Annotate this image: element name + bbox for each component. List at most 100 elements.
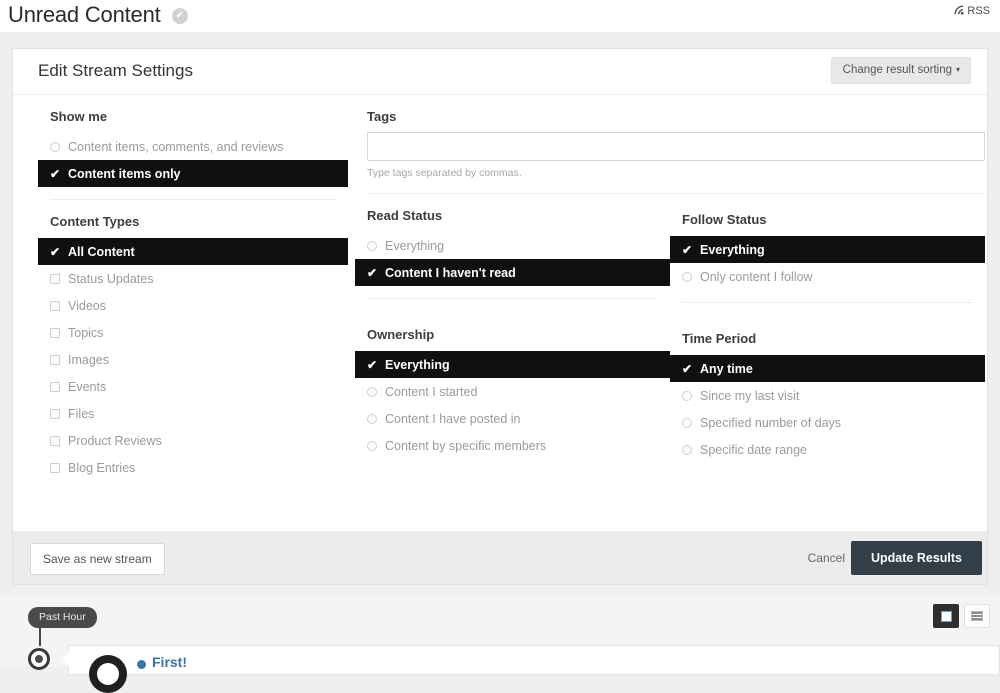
follow-status-options: ✔ Everything Only content I follow <box>670 236 985 290</box>
option-label: Images <box>68 352 109 367</box>
option-events[interactable]: Events <box>38 373 348 400</box>
show-me-options: Content items, comments, and reviews ✔ C… <box>38 133 348 187</box>
content-types-options: ✔ All Content Status Updates Videos Topi… <box>38 238 348 481</box>
grid-view-button[interactable] <box>933 604 959 628</box>
ownership-options: ✔ Everything Content I started Content I… <box>355 351 670 459</box>
radio-icon <box>367 412 385 426</box>
rss-link[interactable]: RSS <box>953 4 990 18</box>
divider-follow-status <box>682 302 973 303</box>
divider-read-status <box>367 298 658 299</box>
option-content-i-havent-read[interactable]: ✔ Content I haven't read <box>355 259 670 286</box>
check-icon: ✔ <box>50 166 61 181</box>
read-status-options: Everything ✔ Content I haven't read <box>355 232 670 286</box>
radio-icon <box>682 389 700 403</box>
option-content-items-comments-reviews[interactable]: Content items, comments, and reviews <box>38 133 348 160</box>
read-status-title: Read Status <box>367 208 443 223</box>
option-label: Status Updates <box>68 271 154 286</box>
radio-icon <box>50 140 68 154</box>
checkbox-icon <box>50 353 68 367</box>
option-label: Events <box>68 379 107 394</box>
content-types-group: Content Types ✔ All Content Status Updat… <box>38 214 348 481</box>
show-me-group: Show me Content items, comments, and rev… <box>38 95 348 187</box>
option-follow-everything[interactable]: ✔ Everything <box>670 236 985 263</box>
stream-settings-card: Edit Stream Settings Change result sorti… <box>12 48 988 583</box>
option-label: Content items, comments, and reviews <box>68 139 284 154</box>
sort-button-label: Change result sorting <box>842 64 952 76</box>
option-label: Everything <box>700 242 765 257</box>
save-as-new-stream-button[interactable]: Save as new stream <box>30 543 165 575</box>
ownership-title: Ownership <box>367 327 435 342</box>
teaser-pointer <box>62 652 69 666</box>
option-content-i-started[interactable]: Content I started <box>355 378 670 405</box>
radio-icon <box>682 416 700 430</box>
view-toggle-group <box>933 604 990 628</box>
follow-status-group: Follow Status ✔ Everything Only content … <box>670 95 985 290</box>
check-icon: ✔ <box>367 357 378 372</box>
check-icon: ✔ <box>50 244 61 259</box>
check-icon: ✔ <box>682 361 693 376</box>
update-results-button[interactable]: Update Results <box>851 541 982 575</box>
option-product-reviews[interactable]: Product Reviews <box>38 427 348 454</box>
change-result-sorting-button[interactable]: Change result sorting ▾ <box>830 57 971 84</box>
option-label: Blog Entries <box>68 460 136 475</box>
option-label: Specified number of days <box>700 415 842 430</box>
content-item-title[interactable]: First! <box>152 654 187 670</box>
list-view-icon <box>971 611 983 621</box>
column-right: Follow Status ✔ Everything Only content … <box>670 95 985 463</box>
option-label: All Content <box>68 244 135 259</box>
divider-left <box>50 199 336 200</box>
option-since-my-last-visit[interactable]: Since my last visit <box>670 382 985 409</box>
option-label: Content by specific members <box>385 438 547 453</box>
option-content-items-only[interactable]: ✔ Content items only <box>38 160 348 187</box>
option-label: Specific date range <box>700 442 808 457</box>
option-any-time[interactable]: ✔ Any time <box>670 355 985 382</box>
time-period-options: ✔ Any time Since my last visit Specified… <box>670 355 985 463</box>
checkbox-icon <box>50 407 68 421</box>
checkbox-icon <box>50 326 68 340</box>
option-specific-date-range[interactable]: Specific date range <box>670 436 985 463</box>
time-period-badge[interactable]: Past Hour <box>28 607 97 628</box>
option-label: Only content I follow <box>700 269 813 284</box>
time-period-group: Time Period ✔ Any time Since my last vis… <box>670 317 985 463</box>
option-only-content-i-follow[interactable]: Only content I follow <box>670 263 985 290</box>
option-all-content[interactable]: ✔ All Content <box>38 238 348 265</box>
tags-help-text: Type tags separated by commas. <box>367 167 522 179</box>
time-period-title: Time Period <box>682 331 757 346</box>
option-label: Product Reviews <box>68 433 162 448</box>
option-label: Since my last visit <box>700 388 800 403</box>
chevron-down-icon: ▾ <box>955 65 960 74</box>
radio-icon <box>367 439 385 453</box>
radio-icon <box>682 443 700 457</box>
option-label: Content I haven't read <box>385 265 516 280</box>
card-footer: Save as new stream Cancel Update Results <box>12 531 988 585</box>
card-body: Show me Content items, comments, and rev… <box>13 95 987 530</box>
option-content-i-have-posted-in[interactable]: Content I have posted in <box>355 405 670 432</box>
checkbox-icon <box>50 299 68 313</box>
checkbox-icon <box>50 434 68 448</box>
checkbox-icon <box>50 272 68 286</box>
option-status-updates[interactable]: Status Updates <box>38 265 348 292</box>
option-videos[interactable]: Videos <box>38 292 348 319</box>
column-left: Show me Content items, comments, and rev… <box>38 95 348 481</box>
option-files[interactable]: Files <box>38 400 348 427</box>
timeline-stem <box>39 628 41 646</box>
column-middle: Tags Type tags separated by commas. Read… <box>355 95 985 459</box>
cancel-button[interactable]: Cancel <box>808 551 845 565</box>
ownership-group: Ownership ✔ Everything Content I started… <box>355 313 670 459</box>
option-topics[interactable]: Topics <box>38 319 348 346</box>
option-blog-entries[interactable]: Blog Entries <box>38 454 348 481</box>
content-types-title: Content Types <box>50 214 140 229</box>
option-content-by-specific-members[interactable]: Content by specific members <box>355 432 670 459</box>
tags-group: Tags Type tags separated by commas. <box>355 95 985 194</box>
page-title: Unread Content <box>8 2 161 27</box>
tags-title: Tags <box>367 109 397 124</box>
option-label: Content items only <box>68 166 181 181</box>
option-read-everything[interactable]: Everything <box>355 232 670 259</box>
option-ownership-everything[interactable]: ✔ Everything <box>355 351 670 378</box>
option-images[interactable]: Images <box>38 346 348 373</box>
option-label: Files <box>68 406 95 421</box>
follow-status-title: Follow Status <box>682 212 767 227</box>
option-specified-number-of-days[interactable]: Specified number of days <box>670 409 985 436</box>
page-header: Unread Content ✔ RSS <box>0 0 1000 32</box>
list-view-button[interactable] <box>964 604 990 628</box>
